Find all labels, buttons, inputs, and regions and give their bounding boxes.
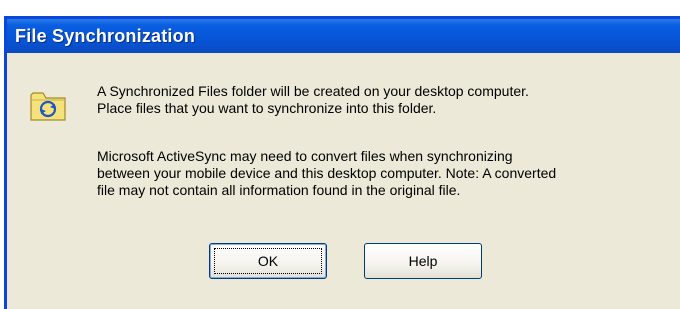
message-paragraph-2: Microsoft ActiveSync may need to convert… xyxy=(97,148,557,198)
focus-rectangle xyxy=(214,248,322,274)
help-button[interactable]: Help xyxy=(364,243,482,279)
dialog-title: File Synchronization xyxy=(15,25,196,46)
help-button-label: Help xyxy=(408,253,438,269)
message-paragraph-1: A Synchronized Files folder will be crea… xyxy=(97,83,529,116)
file-sync-dialog: File Synchronization A Synchronized File… xyxy=(4,16,680,309)
title-bar[interactable]: File Synchronization xyxy=(7,19,680,53)
sync-folder-icon xyxy=(29,87,69,123)
dialog-content: A Synchronized Files folder will be crea… xyxy=(7,53,680,309)
ok-button[interactable]: OK xyxy=(209,243,327,279)
